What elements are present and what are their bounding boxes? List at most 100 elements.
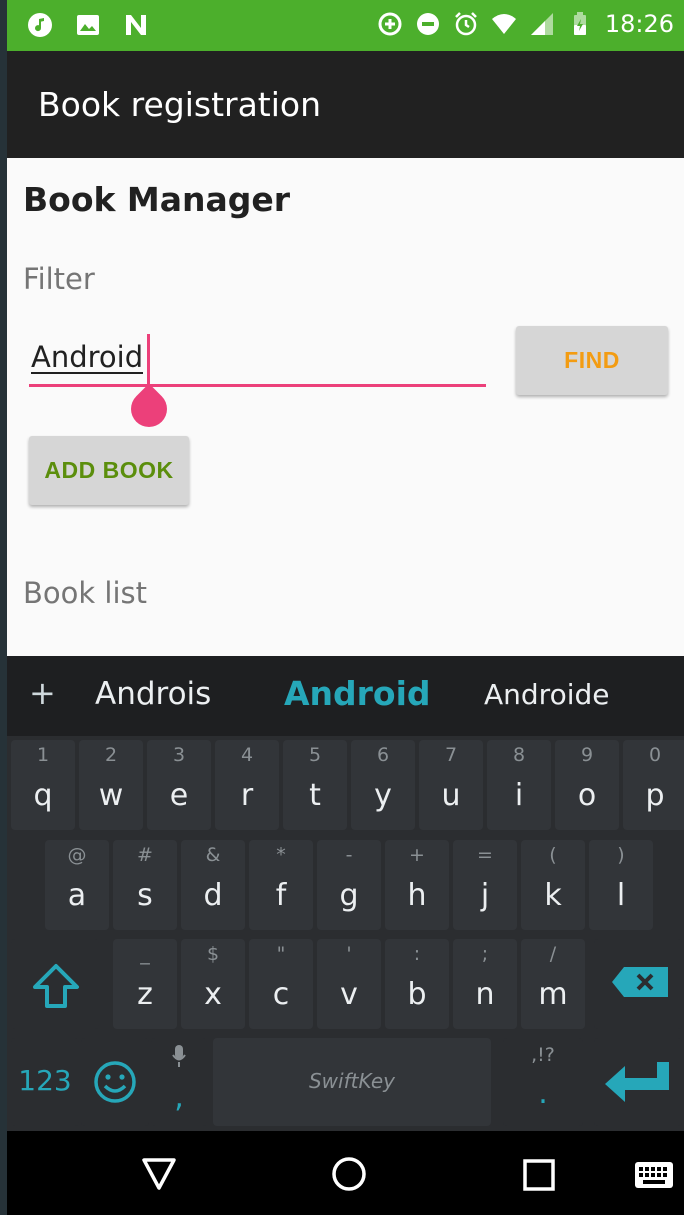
cursor-handle[interactable]	[123, 383, 175, 435]
keyboard: 123 , SwiftKey ,!? . 1 q 2 w 3 e 4 r 5 t…	[7, 736, 684, 1131]
battery-icon	[573, 12, 586, 35]
key-label: o	[577, 778, 597, 813]
key-r[interactable]: 4r	[215, 740, 279, 830]
key-label: g	[339, 878, 359, 913]
find-button[interactable]: FIND	[516, 326, 668, 395]
key-y[interactable]: 6y	[351, 740, 415, 830]
key-label: x	[204, 977, 222, 1012]
emoji-icon	[94, 1061, 136, 1103]
key-hint: #	[137, 844, 153, 866]
key-g[interactable]: -g	[317, 840, 381, 930]
add-circle-icon	[378, 12, 402, 36]
filter-label: Filter	[23, 262, 95, 296]
key-label: f	[275, 878, 287, 913]
home-icon[interactable]	[331, 1156, 367, 1192]
key-hint: _	[140, 943, 150, 965]
suggestion-left[interactable]: Androis	[95, 676, 211, 712]
numbers-key[interactable]: 123	[11, 1038, 79, 1126]
backspace-icon	[612, 967, 668, 997]
add-word-button[interactable]: +	[29, 674, 56, 712]
key-t[interactable]: 5t	[283, 740, 347, 830]
n-icon	[126, 15, 146, 35]
key-u[interactable]: 7u	[419, 740, 483, 830]
suggestion-center[interactable]: Android	[284, 674, 431, 713]
backspace-key[interactable]	[594, 939, 682, 1029]
key-m[interactable]: / m	[521, 939, 585, 1029]
text-cursor	[147, 334, 150, 384]
recents-icon[interactable]	[523, 1159, 555, 1191]
keyboard-switch-icon[interactable]	[634, 1161, 674, 1189]
key-hint: 5	[308, 744, 322, 766]
filter-input-underline	[29, 384, 486, 387]
key-hint: /	[549, 943, 557, 965]
key-d[interactable]: & d	[181, 840, 245, 930]
microphone-icon	[172, 1045, 186, 1067]
key-e[interactable]: 3e	[147, 740, 211, 830]
key-label: i	[514, 778, 524, 813]
key-s[interactable]: # s	[113, 840, 177, 930]
key-label: c	[272, 977, 290, 1012]
period-key[interactable]: ,!? .	[503, 1038, 583, 1126]
key-hint: )	[617, 844, 625, 866]
add-book-button[interactable]: ADD BOOK	[29, 436, 189, 505]
key-label: u	[441, 778, 461, 813]
key-q[interactable]: 1q	[11, 740, 75, 830]
key-label: y	[374, 778, 392, 813]
key-c[interactable]: " c	[249, 939, 313, 1029]
key-v[interactable]: ' v	[317, 939, 381, 1029]
key-hint: 3	[172, 744, 186, 766]
shift-icon	[33, 964, 79, 1008]
wifi-icon	[491, 14, 516, 34]
key-f[interactable]: * f	[249, 840, 313, 930]
signal-icon	[530, 13, 553, 35]
key-a[interactable]: @ a	[45, 840, 109, 930]
key-o[interactable]: 9o	[555, 740, 619, 830]
key-z[interactable]: _ z	[113, 939, 177, 1029]
enter-key[interactable]	[594, 1038, 682, 1126]
key-hint: 0	[648, 744, 662, 766]
key-label: p	[645, 778, 665, 813]
space-key[interactable]: SwiftKey	[213, 1038, 491, 1126]
key-label: t	[309, 778, 321, 813]
key-p[interactable]: 0p	[623, 740, 684, 830]
key-hint: :	[413, 943, 421, 965]
suggestion-right[interactable]: Androide	[484, 678, 609, 711]
key-hint: "	[276, 943, 286, 965]
key-l[interactable]: ) l	[589, 840, 653, 930]
key-label: r	[240, 778, 254, 813]
key-n[interactable]: ; n	[453, 939, 517, 1029]
shift-key[interactable]	[11, 939, 99, 1029]
filter-input[interactable]: Android	[31, 342, 144, 374]
key-hint: -	[345, 844, 353, 866]
back-icon[interactable]	[141, 1157, 177, 1191]
dnd-icon	[416, 13, 439, 35]
alarm-icon	[454, 12, 477, 36]
key-hint: $	[206, 943, 220, 965]
key-hint: @	[67, 844, 87, 866]
swiftkey-logo: SwiftKey	[308, 1069, 396, 1093]
app-bar-title: Book registration	[38, 85, 322, 124]
page-title: Book Manager	[23, 180, 291, 219]
key-label: m	[538, 977, 568, 1012]
key-j[interactable]: = j	[453, 840, 517, 930]
key-w[interactable]: 2w	[79, 740, 143, 830]
emoji-key[interactable]	[81, 1038, 149, 1126]
navigation-bar	[7, 1131, 684, 1215]
key-b[interactable]: :b	[385, 939, 449, 1029]
key-label: b	[407, 977, 427, 1012]
key-hint: (	[549, 844, 557, 866]
key-hint: 8	[512, 744, 526, 766]
key-label: d	[203, 878, 223, 913]
comma-key[interactable]: ,	[151, 1038, 207, 1126]
key-k[interactable]: (k	[521, 840, 585, 930]
key-hint: 7	[444, 744, 458, 766]
music-icon	[28, 13, 52, 37]
key-i[interactable]: 8i	[487, 740, 551, 830]
enter-icon	[605, 1062, 669, 1102]
key-h[interactable]: + h	[385, 840, 449, 930]
key-x[interactable]: $ x	[181, 939, 245, 1029]
status-bar: 18:26	[7, 0, 684, 51]
key-hint: =	[477, 844, 493, 866]
key-hint: 6	[376, 744, 390, 766]
key-hint: 2	[104, 744, 118, 766]
